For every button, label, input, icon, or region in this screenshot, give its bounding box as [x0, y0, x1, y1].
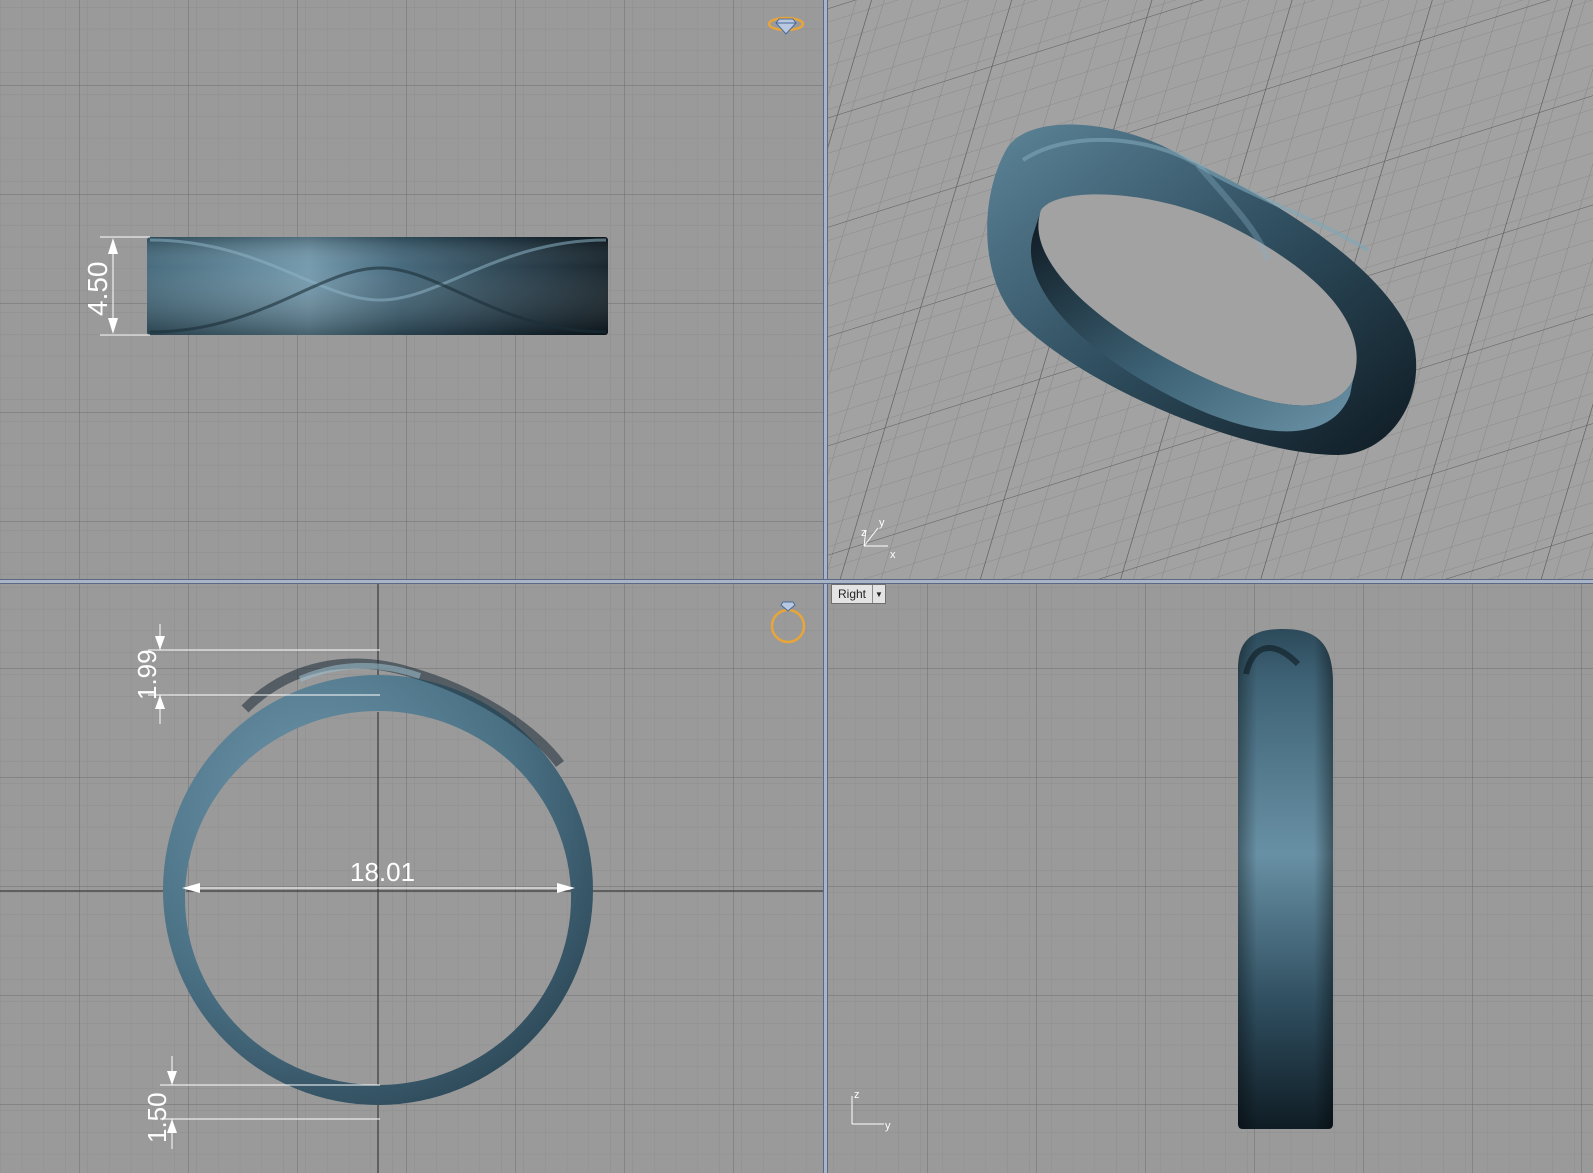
dimension-inner-diameter-label: 18.01 — [350, 857, 415, 887]
front-view-canvas[interactable]: 1.99 18.01 1.50 — [0, 584, 823, 1173]
viewport-right[interactable]: y z Right ▼ — [828, 584, 1593, 1173]
perspective-view-canvas[interactable]: x y z — [828, 0, 1593, 579]
top-view-canvas[interactable]: 4.50 — [0, 0, 823, 579]
dimension-top-thickness-label: 1.99 — [132, 649, 162, 700]
ring-side-profile[interactable] — [147, 237, 608, 335]
axis-label-right-y: y — [885, 1120, 891, 1132]
axis-label-y: y — [879, 517, 885, 529]
viewport-splitter-vertical[interactable] — [823, 0, 828, 1173]
viewport-title-label: Right — [838, 587, 867, 601]
jewelry-cad-workspace: 4.50 x y z 1.99 18.01 1.50 y z Right ▼ — [0, 0, 1593, 1173]
axis-label-right-z: z — [854, 1089, 860, 1101]
axis-label-z: z — [861, 527, 867, 539]
dimension-bottom-thickness-label: 1.50 — [142, 1092, 172, 1143]
viewport-perspective[interactable]: x y z — [828, 0, 1593, 579]
dimension-band-width-label: 4.50 — [82, 262, 113, 317]
right-view-canvas[interactable]: y z — [828, 584, 1593, 1173]
chevron-down-icon[interactable]: ▼ — [872, 585, 885, 603]
viewport-title-right[interactable]: Right ▼ — [831, 584, 887, 604]
axis-label-x: x — [890, 549, 896, 561]
viewport-top[interactable]: 4.50 — [0, 0, 823, 579]
viewport-front[interactable]: 1.99 18.01 1.50 — [0, 584, 823, 1173]
ring-right-profile[interactable] — [1238, 629, 1333, 1129]
viewport-splitter-horizontal[interactable] — [0, 579, 1593, 584]
